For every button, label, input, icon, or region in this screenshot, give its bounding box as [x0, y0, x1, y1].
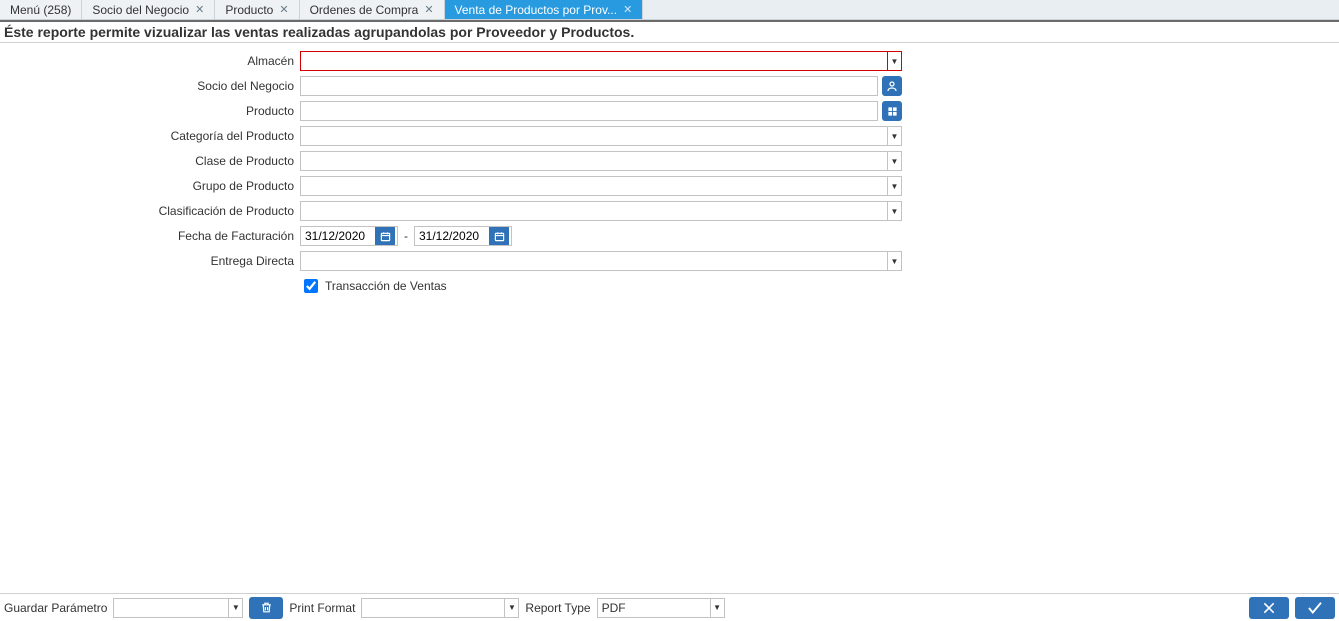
- transaccion-ventas-label: Transacción de Ventas: [325, 279, 447, 293]
- tab-label: Producto: [225, 3, 273, 17]
- calendar-icon[interactable]: [489, 227, 509, 245]
- chevron-down-icon[interactable]: ▼: [887, 202, 901, 220]
- date-range-dash: -: [404, 229, 408, 243]
- label-print-format: Print Format: [289, 601, 355, 615]
- label-grupo-producto: Grupo de Producto: [0, 179, 300, 193]
- ok-button[interactable]: [1295, 597, 1335, 619]
- label-clase-producto: Clase de Producto: [0, 154, 300, 168]
- chevron-down-icon[interactable]: ▼: [504, 599, 518, 617]
- fecha-facturacion-from[interactable]: [300, 226, 398, 246]
- close-icon[interactable]: ✕: [424, 3, 433, 16]
- fecha-facturacion-to-input[interactable]: [415, 227, 489, 245]
- transaccion-ventas-checkbox-input[interactable]: [304, 279, 318, 293]
- fecha-facturacion-to[interactable]: [414, 226, 512, 246]
- cancel-button[interactable]: [1249, 597, 1289, 619]
- tab-ordenes-de-compra[interactable]: Ordenes de Compra ✕: [300, 0, 445, 19]
- chevron-down-icon[interactable]: ▼: [887, 52, 901, 70]
- tab-producto[interactable]: Producto ✕: [215, 0, 299, 19]
- report-type-value: PDF: [598, 601, 710, 615]
- chevron-down-icon[interactable]: ▼: [228, 599, 242, 617]
- check-icon: [1306, 599, 1324, 617]
- tab-bar: Menú (258) Socio del Negocio ✕ Producto …: [0, 0, 1339, 20]
- label-report-type: Report Type: [525, 601, 590, 615]
- socio-negocio-input[interactable]: [300, 76, 878, 96]
- tab-label: Menú (258): [10, 3, 71, 17]
- label-clasificacion-producto: Clasificación de Producto: [0, 204, 300, 218]
- tab-label: Ordenes de Compra: [310, 3, 419, 17]
- close-icon: [1261, 600, 1277, 616]
- tab-venta-productos-por-proveedor[interactable]: Venta de Productos por Prov... ✕: [445, 0, 644, 19]
- producto-input[interactable]: [300, 101, 878, 121]
- print-format-combo[interactable]: ▼: [361, 598, 519, 618]
- almacen-combo[interactable]: ▼: [300, 51, 902, 71]
- tab-label: Venta de Productos por Prov...: [455, 3, 618, 17]
- label-socio-negocio: Socio del Negocio: [0, 79, 300, 93]
- socio-negocio-lookup-button[interactable]: [882, 76, 902, 96]
- chevron-down-icon[interactable]: ▼: [887, 252, 901, 270]
- trash-icon: [260, 601, 273, 614]
- fecha-facturacion-from-input[interactable]: [301, 227, 375, 245]
- label-categoria-producto: Categoría del Producto: [0, 129, 300, 143]
- report-type-combo[interactable]: PDF ▼: [597, 598, 725, 618]
- partner-icon: [886, 80, 898, 92]
- tab-menu[interactable]: Menú (258): [0, 0, 82, 19]
- calendar-icon[interactable]: [375, 227, 395, 245]
- report-form: Almacén ▼ Socio del Negocio Producto: [0, 43, 1339, 299]
- tab-socio-del-negocio[interactable]: Socio del Negocio ✕: [82, 0, 215, 19]
- label-entrega-directa: Entrega Directa: [0, 254, 300, 268]
- guardar-parametro-combo[interactable]: ▼: [113, 598, 243, 618]
- transaccion-ventas-checkbox[interactable]: Transacción de Ventas: [300, 276, 447, 296]
- close-icon[interactable]: ✕: [279, 3, 288, 16]
- clasificacion-producto-combo[interactable]: ▼: [300, 201, 902, 221]
- producto-lookup-button[interactable]: [882, 101, 902, 121]
- categoria-producto-combo[interactable]: ▼: [300, 126, 902, 146]
- footer-bar: Guardar Parámetro ▼ Print Format ▼ Repor…: [0, 593, 1339, 621]
- label-fecha-facturacion: Fecha de Facturación: [0, 229, 300, 243]
- chevron-down-icon[interactable]: ▼: [710, 599, 724, 617]
- label-producto: Producto: [0, 104, 300, 118]
- close-icon[interactable]: ✕: [195, 3, 204, 16]
- chevron-down-icon[interactable]: ▼: [887, 177, 901, 195]
- label-guardar-parametro: Guardar Parámetro: [4, 601, 107, 615]
- clase-producto-combo[interactable]: ▼: [300, 151, 902, 171]
- tab-label: Socio del Negocio: [92, 3, 189, 17]
- chevron-down-icon[interactable]: ▼: [887, 152, 901, 170]
- grid-icon: [887, 106, 898, 117]
- close-icon[interactable]: ✕: [623, 3, 632, 16]
- grupo-producto-combo[interactable]: ▼: [300, 176, 902, 196]
- entrega-directa-combo[interactable]: ▼: [300, 251, 902, 271]
- delete-parametro-button[interactable]: [249, 597, 283, 619]
- chevron-down-icon[interactable]: ▼: [887, 127, 901, 145]
- report-description: Éste reporte permite vizualizar las vent…: [0, 20, 1339, 43]
- label-almacen: Almacén: [0, 54, 300, 68]
